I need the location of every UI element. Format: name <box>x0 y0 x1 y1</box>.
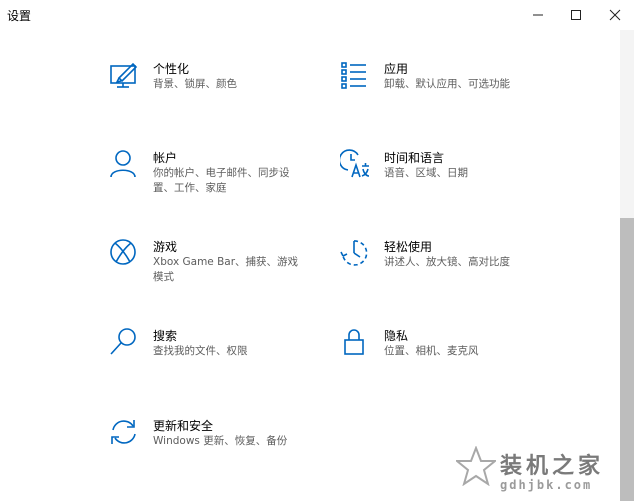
close-button[interactable] <box>595 0 635 30</box>
accounts-icon <box>109 149 141 181</box>
tile-name: 更新和安全 <box>153 419 214 433</box>
ease-of-access-icon <box>340 238 372 270</box>
minimize-icon <box>533 14 543 16</box>
watermark-url: gdhjbk.com <box>500 478 593 492</box>
apps-icon <box>340 60 372 92</box>
window-title: 设置 <box>7 9 32 23</box>
tile-time-language[interactable]: 时间和语言 语音、区域、日期 <box>340 149 550 209</box>
maximize-icon <box>571 10 581 20</box>
maximize-button[interactable] <box>556 0 596 30</box>
tile-description: 查找我的文件、权限 <box>153 345 248 357</box>
personalization-icon <box>109 60 141 92</box>
tile-accounts[interactable]: 帐户 你的帐户、电子邮件、同步设置、工作、家庭 <box>109 149 319 209</box>
lock-icon <box>340 327 372 359</box>
tile-name: 帐户 <box>153 151 178 165</box>
tile-privacy[interactable]: 隐私 位置、相机、麦克风 <box>340 327 550 387</box>
watermark-text: 装机之家 <box>500 454 605 479</box>
close-icon <box>609 9 621 21</box>
time-language-icon <box>340 149 372 181</box>
tile-description: 卸载、默认应用、可选功能 <box>384 78 510 90</box>
tile-name: 应用 <box>384 62 409 76</box>
tile-name: 轻松使用 <box>384 240 433 254</box>
update-icon <box>109 417 141 449</box>
xbox-icon <box>109 238 141 270</box>
tile-update-security[interactable]: 更新和安全 Windows 更新、恢复、备份 <box>109 417 319 477</box>
tile-name: 时间和语言 <box>384 151 445 165</box>
minimize-button[interactable] <box>518 0 558 30</box>
tile-description: 你的帐户、电子邮件、同步设置、工作、家庭 <box>153 167 290 194</box>
scrollbar-thumb[interactable] <box>620 218 634 501</box>
tile-name: 游戏 <box>153 240 178 254</box>
tile-apps[interactable]: 应用 卸载、默认应用、可选功能 <box>340 60 550 120</box>
settings-window: 设置 个性化 背景、锁屏、颜色 应用 卸载、默认应用、可选功能 帐户 你的帐户、… <box>0 0 640 501</box>
tile-personalization[interactable]: 个性化 背景、锁屏、颜色 <box>109 60 319 120</box>
star-icon <box>456 446 496 486</box>
watermark: 装机之家 gdhjbk.com <box>456 444 620 500</box>
tile-description: Xbox Game Bar、捕获、游戏模式 <box>153 256 299 283</box>
search-icon <box>109 327 141 359</box>
tile-description: 背景、锁屏、颜色 <box>153 78 237 90</box>
tile-name: 搜索 <box>153 329 178 343</box>
tile-name: 隐私 <box>384 329 409 343</box>
tile-description: Windows 更新、恢复、备份 <box>153 435 288 447</box>
tile-ease-of-access[interactable]: 轻松使用 讲述人、放大镜、高对比度 <box>340 238 550 298</box>
tile-name: 个性化 <box>153 62 190 76</box>
tile-search[interactable]: 搜索 查找我的文件、权限 <box>109 327 319 387</box>
tile-description: 讲述人、放大镜、高对比度 <box>384 256 510 268</box>
tile-gaming[interactable]: 游戏 Xbox Game Bar、捕获、游戏模式 <box>109 238 319 298</box>
title-bar: 设置 <box>0 0 640 30</box>
tile-description: 语音、区域、日期 <box>384 167 468 179</box>
tile-description: 位置、相机、麦克风 <box>384 345 479 357</box>
